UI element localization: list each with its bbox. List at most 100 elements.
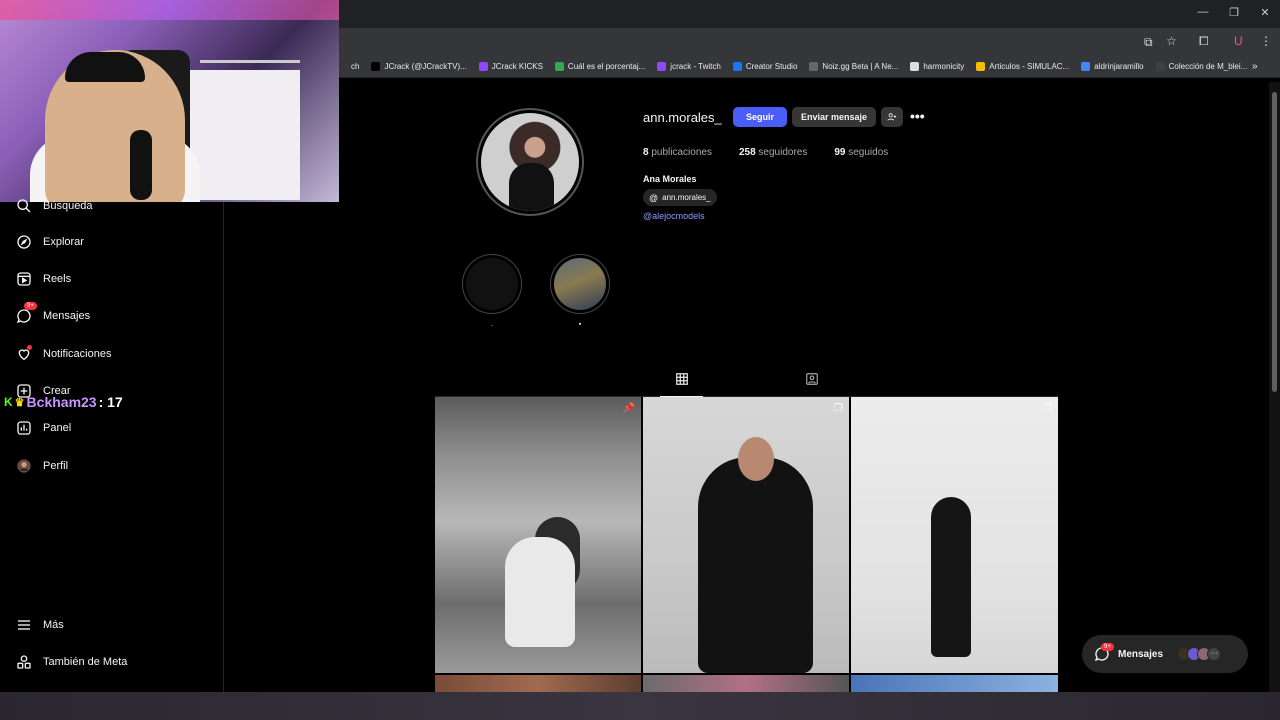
carousel-icon: ❐ [834, 403, 843, 414]
chat-text: : 17 [98, 394, 123, 410]
post-thumbnail[interactable]: 📌 [435, 397, 641, 673]
compass-icon [17, 235, 31, 249]
messages-floating-button[interactable]: 9+ Mensajes ··· [1082, 635, 1248, 673]
profile-username: ann.morales_ [643, 110, 722, 125]
messages-badge: 9+ [1101, 643, 1114, 651]
tab-tagged[interactable] [800, 372, 824, 396]
search-icon [17, 199, 31, 213]
sidebar-item-notifications[interactable]: Notificaciones [16, 345, 112, 362]
messenger-icon [16, 309, 31, 324]
sidebar-item-also-from-meta[interactable]: También de Meta [16, 654, 127, 670]
bookmark-item[interactable]: jcrack - Twitch [657, 62, 721, 71]
post-thumbnail[interactable] [435, 675, 641, 692]
more-options-icon[interactable]: ••• [910, 108, 925, 124]
bookmark-label: Creator Studio [745, 62, 798, 71]
bookmark-favicon-icon [809, 62, 819, 71]
bookmark-item[interactable]: JCrack (@JCrackTV)... [371, 62, 467, 71]
bookmark-favicon-icon [478, 62, 488, 71]
bookmark-favicon-icon [657, 62, 667, 71]
story-highlight-label: ▪ [578, 321, 582, 328]
more-bookmarks-icon[interactable]: » [1252, 61, 1258, 72]
posts-stat: 8 publicaciones [643, 147, 712, 158]
bookmark-label: Cuál es el porcentaj... [567, 62, 646, 71]
sidebar-item-label: Perfil [43, 460, 69, 472]
threads-handle: ann.morales_ [662, 193, 711, 202]
bookmark-item[interactable]: JCrack KICKS [478, 62, 543, 71]
minimize-icon[interactable]: — [1193, 6, 1213, 18]
stream-chat-message: K ♛ Bckham23 : 17 [4, 394, 123, 410]
story-highlight[interactable] [462, 254, 522, 314]
restore-icon[interactable]: ❐ [1224, 6, 1244, 19]
webcam-overlay [0, 0, 339, 202]
chat-username: Bckham23 [26, 394, 97, 410]
bio-mention-link[interactable]: @alejocmodels [643, 211, 705, 221]
bookmark-label: ch [351, 62, 360, 71]
profile-full-name: Ana Morales [643, 174, 697, 184]
sidebar-item-label: Búsqueda [43, 200, 93, 212]
bookmark-favicon-icon [338, 62, 347, 71]
threads-badge[interactable]: @ ann.morales_ [643, 189, 717, 206]
profile-avatar[interactable] [476, 108, 584, 216]
bookmark-label: JCrack (@JCrackTV)... [384, 62, 467, 71]
menu-icon [18, 620, 30, 630]
grid-icon [675, 373, 688, 385]
bookmark-item[interactable]: aldrinjaramillo [1081, 62, 1144, 71]
bookmark-label: JCrack KICKS [491, 62, 543, 71]
reels-icon [17, 272, 31, 286]
browser-menu-icon[interactable]: ⋮ [1260, 34, 1272, 48]
tab-posts[interactable] [660, 372, 703, 397]
bookmark-item[interactable]: ch [338, 62, 359, 71]
bookmark-label: Colección de M_blei... [1168, 62, 1248, 71]
post-thumbnail[interactable] [643, 675, 849, 692]
sidebar-item-profile[interactable]: Perfil [16, 458, 68, 474]
os-taskbar [0, 692, 1280, 720]
close-icon[interactable]: ✕ [1255, 6, 1275, 19]
bookmark-favicon-icon [554, 62, 564, 71]
follow-button[interactable]: Seguir [733, 107, 787, 127]
sidebar-item-label: Notificaciones [43, 348, 112, 360]
post-thumbnail[interactable] [851, 675, 1058, 692]
followers-stat[interactable]: 258 seguidores [739, 147, 807, 158]
kick-badge-icon: K [4, 395, 13, 409]
cast-icon[interactable]: ⧉ [1144, 35, 1153, 50]
sidebar-item-more[interactable]: Más [16, 617, 64, 633]
sidebar-item-reels[interactable]: Reels [16, 271, 71, 287]
page-scrollbar[interactable] [1269, 82, 1280, 692]
send-message-button[interactable]: Enviar mensaje [792, 107, 876, 127]
bookmark-favicon-icon [732, 62, 742, 71]
threads-icon: @ [649, 192, 659, 203]
sidebar-item-messages[interactable]: 9+ Mensajes [16, 302, 91, 324]
post-thumbnail[interactable]: ❐ [851, 397, 1058, 673]
carousel-icon: ❐ [1043, 403, 1052, 414]
bookmark-label: aldrinjaramillo [1094, 62, 1144, 71]
bookmark-item[interactable]: harmonicity [910, 62, 964, 71]
bookmark-favicon-icon [1155, 62, 1165, 71]
bookmark-item[interactable]: Creator Studio [732, 62, 798, 71]
bookmark-item[interactable]: Noiz.gg Beta | A Ne... [809, 62, 898, 71]
bookmark-item[interactable]: Articulos - SIMULAC... [976, 62, 1069, 71]
sidebar: Búsqueda Explorar Reels 9+ Mensajes Noti… [0, 199, 224, 692]
sidebar-item-label: Más [43, 619, 64, 631]
sidebar-item-label: Explorar [43, 236, 84, 248]
profile-stats: 8 publicaciones 258 seguidores 99 seguid… [643, 147, 888, 158]
bookmark-favicon-icon [371, 62, 381, 71]
more-avatars-icon: ··· [1207, 647, 1222, 661]
extension-u-icon[interactable]: U [1234, 34, 1243, 48]
extensions-icon[interactable]: ⧠ [1199, 34, 1209, 49]
notification-dot [27, 345, 32, 350]
bookmark-item[interactable]: Cuál es el porcentaj... [554, 62, 646, 71]
story-highlight-label: . [491, 321, 493, 328]
bookmark-favicon-icon [976, 62, 986, 71]
following-stat[interactable]: 99 seguidos [834, 147, 888, 158]
post-thumbnail[interactable]: ❐ [643, 397, 849, 673]
bookmark-item[interactable]: Colección de M_blei... [1155, 62, 1248, 71]
sidebar-item-search[interactable]: Búsqueda [16, 198, 93, 214]
bookmark-label: harmonicity [923, 62, 965, 71]
story-highlight[interactable] [550, 254, 610, 314]
bookmark-favicon-icon [910, 62, 920, 71]
suggested-accounts-button[interactable] [881, 107, 903, 127]
sidebar-item-label: Mensajes [43, 310, 91, 322]
sidebar-item-dashboard[interactable]: Panel [16, 420, 71, 436]
sidebar-item-explore[interactable]: Explorar [16, 234, 84, 250]
bookmark-star-icon[interactable]: ☆ [1166, 34, 1177, 48]
